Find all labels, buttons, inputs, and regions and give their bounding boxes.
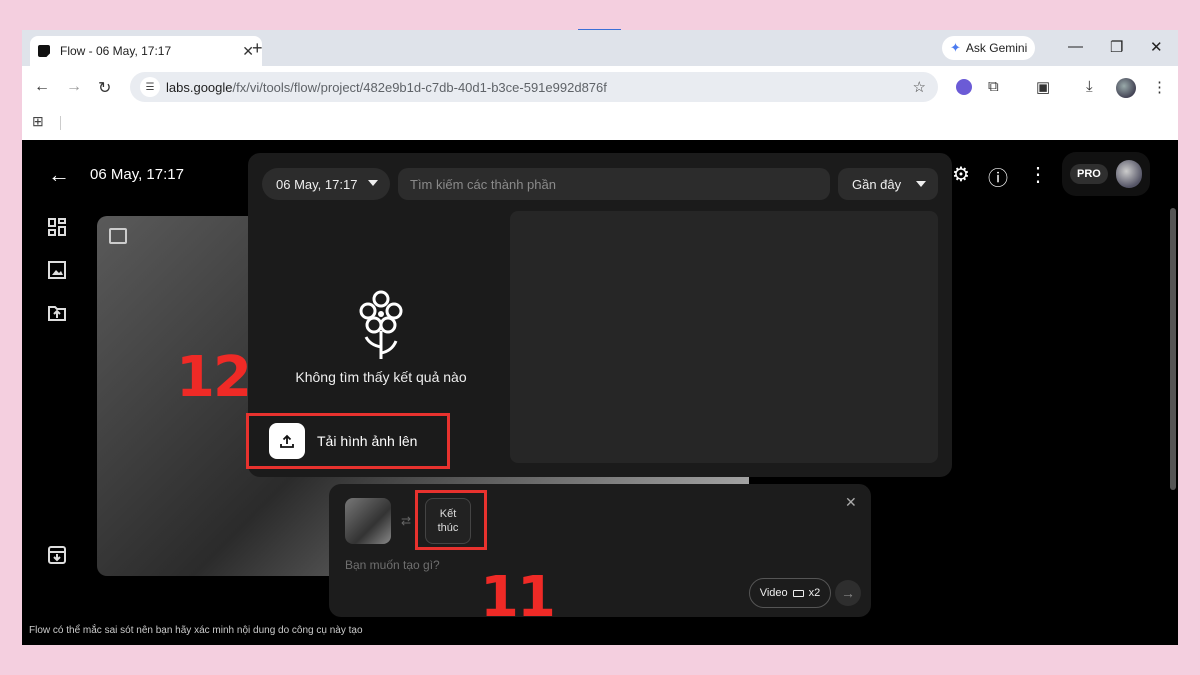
flow-app: ← 06 May, 17:17 ⚙ ⓘ ⋮ PRO 06 May, 17:17 … bbox=[22, 140, 1178, 645]
pro-badge: PRO bbox=[1070, 164, 1108, 184]
sort-dropdown[interactable]: Gần đây bbox=[838, 168, 938, 200]
image-placeholder-icon bbox=[109, 228, 127, 244]
new-tab-button[interactable]: + bbox=[252, 38, 263, 59]
back-arrow-icon[interactable]: ← bbox=[34, 78, 50, 96]
extensions-puzzle-icon[interactable]: ⧉ bbox=[988, 78, 999, 95]
start-frame-thumbnail[interactable] bbox=[345, 498, 391, 544]
empty-state-text: Không tìm thấy kết quả nào bbox=[295, 369, 467, 385]
tab-bar: Flow - 06 May, 17:17 ✕ + ✦ Ask Gemini — … bbox=[22, 30, 1178, 66]
end-frame-slot[interactable]: Kết thúc bbox=[425, 498, 471, 544]
gemini-sparkle-icon: ✦ bbox=[950, 40, 961, 55]
address-bar[interactable]: ☰ labs.google/fx/vi/tools/flow/project/4… bbox=[130, 72, 938, 102]
restore-icon[interactable]: ❐ bbox=[1110, 38, 1123, 56]
step-number-11: 11 bbox=[480, 565, 556, 630]
date-filter-label: 06 May, 17:17 bbox=[276, 176, 358, 192]
send-arrow-icon[interactable]: → bbox=[835, 580, 861, 606]
url-domain: labs.google bbox=[166, 79, 233, 95]
close-window-icon[interactable]: ✕ bbox=[1150, 38, 1163, 56]
upload-icon bbox=[269, 423, 305, 459]
ask-gemini-label: Ask Gemini bbox=[965, 41, 1028, 55]
chevron-down-icon bbox=[916, 181, 926, 187]
flow-favicon-icon bbox=[38, 45, 50, 57]
sort-label: Gần đây bbox=[852, 176, 902, 192]
avatar[interactable] bbox=[1115, 160, 1142, 188]
date-filter-dropdown[interactable]: 06 May, 17:17 bbox=[262, 168, 390, 200]
project-title: 06 May, 17:17 bbox=[90, 166, 184, 183]
extension-icon[interactable] bbox=[956, 79, 972, 95]
forward-arrow-icon[interactable]: → bbox=[66, 78, 82, 96]
swap-frames-icon[interactable]: ⇄ bbox=[401, 514, 411, 528]
more-options-icon[interactable]: ⋮ bbox=[1028, 162, 1048, 187]
settings-gear-icon[interactable]: ⚙ bbox=[952, 162, 970, 187]
minimize-icon[interactable]: — bbox=[1068, 38, 1083, 55]
asset-picker-panel: 06 May, 17:17 Gần đây Không tìm thấy kết… bbox=[246, 153, 952, 477]
preview-area bbox=[510, 211, 938, 463]
chevron-down-icon bbox=[368, 180, 378, 186]
output-count-label: x2 bbox=[808, 587, 821, 599]
tab-title: Flow - 06 May, 17:17 bbox=[60, 44, 172, 58]
help-icon[interactable]: ⓘ bbox=[988, 162, 1008, 191]
step-number-12: 12 bbox=[176, 345, 252, 410]
back-arrow-icon[interactable]: ← bbox=[48, 162, 70, 188]
tab-search-icon[interactable]: ▣ bbox=[1036, 78, 1050, 96]
site-settings-icon[interactable]: ☰ bbox=[140, 77, 160, 97]
close-icon[interactable]: ✕ bbox=[845, 494, 857, 511]
address-toolbar: ← → ↻ ☰ labs.google/fx/vi/tools/flow/pro… bbox=[22, 66, 1178, 110]
account-chip[interactable]: PRO bbox=[1062, 152, 1150, 196]
prompt-composer: ⇄ Kết thúc ✕ Video x2 → bbox=[329, 484, 871, 617]
reload-icon[interactable]: ↻ bbox=[98, 78, 111, 98]
bookmark-star-icon[interactable]: ☆ bbox=[913, 78, 926, 96]
upload-image-button[interactable]: Tải hình ảnh lên bbox=[246, 413, 450, 469]
disclaimer-text: Flow có thể mắc sai sót nên bạn hãy xác … bbox=[29, 625, 363, 636]
scrollbar[interactable] bbox=[1170, 208, 1176, 490]
bookmarks-bar: ⊞ bbox=[22, 110, 1178, 140]
upload-image-label: Tải hình ảnh lên bbox=[317, 433, 418, 449]
ask-gemini-button[interactable]: ✦ Ask Gemini bbox=[942, 36, 1036, 60]
image-icon[interactable] bbox=[46, 259, 68, 281]
archive-icon[interactable] bbox=[46, 544, 68, 566]
browser-tab[interactable]: Flow - 06 May, 17:17 ✕ bbox=[30, 36, 262, 66]
empty-flower-icon bbox=[359, 290, 403, 359]
divider bbox=[60, 116, 61, 130]
grid-view-icon[interactable] bbox=[46, 216, 68, 238]
mode-label: Video bbox=[759, 587, 788, 599]
url-path: /fx/vi/tools/flow/project/482e9b1d-c7db-… bbox=[232, 79, 607, 95]
apps-grid-icon[interactable]: ⊞ bbox=[32, 113, 44, 130]
browser-menu-icon[interactable]: ⋮ bbox=[1152, 78, 1167, 96]
generation-settings-button[interactable]: Video x2 bbox=[749, 578, 831, 608]
aspect-ratio-icon bbox=[792, 589, 804, 597]
search-input[interactable] bbox=[398, 168, 830, 200]
profile-avatar[interactable] bbox=[1116, 78, 1136, 98]
download-icon[interactable]: ⤓ bbox=[1086, 78, 1093, 95]
upload-folder-icon[interactable] bbox=[46, 302, 68, 324]
